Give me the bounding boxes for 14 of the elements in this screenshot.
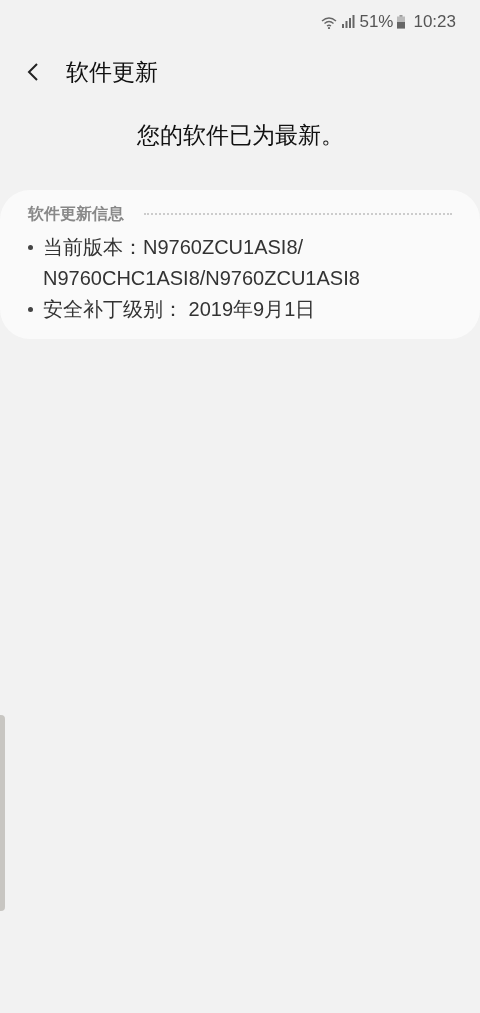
status-message: 您的软件已为最新。 <box>136 121 344 150</box>
section-heading: 软件更新信息 <box>28 203 124 224</box>
back-icon <box>27 62 39 82</box>
bullet-icon <box>28 306 33 312</box>
info-text: 安全补丁级别： 2019年9月1日 <box>43 296 316 322</box>
signal-icon <box>341 15 356 29</box>
page-title: 软件更新 <box>66 57 158 87</box>
bullet-icon <box>28 244 33 250</box>
battery-percent: 51% <box>359 11 394 34</box>
wifi-icon <box>321 15 338 29</box>
info-text: 当前版本：N9760ZCU1ASI8/ N9760CHC1ASI8/N9760ZCU1ASI8 <box>43 234 360 291</box>
edge-panel-handle[interactable] <box>0 715 5 911</box>
battery-icon <box>397 15 406 29</box>
clock: 10:23 <box>413 11 456 34</box>
